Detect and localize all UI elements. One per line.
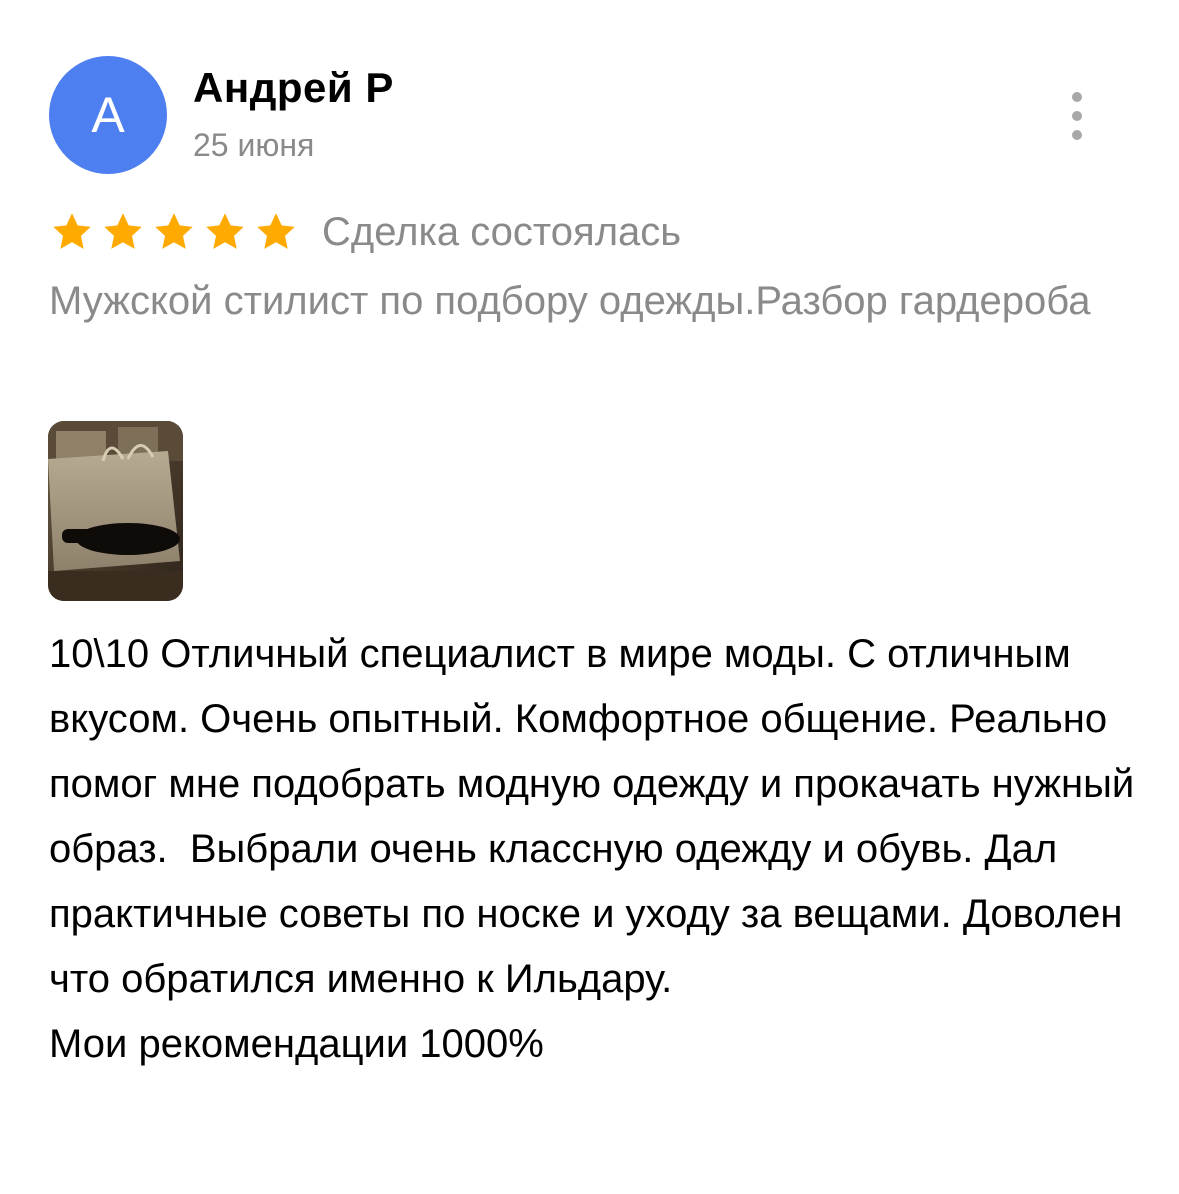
star-icon <box>104 213 142 249</box>
star-icon <box>155 213 193 249</box>
more-vertical-icon <box>1072 92 1082 102</box>
service-title[interactable]: Мужской стилист по подбору одежды.Разбор… <box>49 272 1109 330</box>
review-photo-thumbnail[interactable] <box>48 421 183 601</box>
review-text: 10\10 Отличный специалист в мире моды. С… <box>49 632 1135 1066</box>
rating-row: Сделка состоялась <box>50 206 681 258</box>
star-rating <box>50 210 298 254</box>
star-icon <box>206 213 244 249</box>
review-date: 25 июня <box>193 127 315 163</box>
star-icon <box>257 213 295 249</box>
more-vertical-icon <box>1072 130 1082 140</box>
avatar-initial: А <box>91 87 125 143</box>
photo-image <box>48 421 183 601</box>
star-icon <box>53 213 91 249</box>
author-name[interactable]: Андрей Р <box>193 64 394 112</box>
review-card: А Андрей Р 25 июня Сделка состоялась Муж… <box>0 0 1179 1194</box>
more-vertical-icon <box>1072 111 1082 121</box>
more-options-button[interactable] <box>1060 92 1094 140</box>
deal-status: Сделка состоялась <box>322 209 682 254</box>
author-avatar[interactable]: А <box>49 56 167 174</box>
